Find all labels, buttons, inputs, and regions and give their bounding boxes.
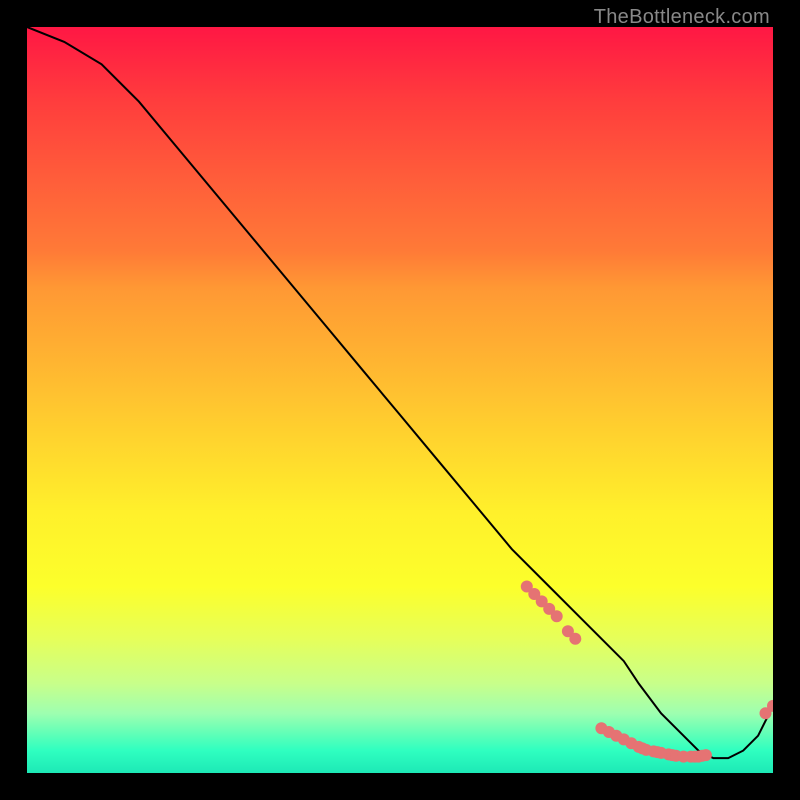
plot-gradient-bg bbox=[27, 27, 773, 773]
watermark-text: TheBottleneck.com bbox=[594, 6, 770, 29]
chart-container: TheBottleneck.com bbox=[0, 0, 800, 800]
